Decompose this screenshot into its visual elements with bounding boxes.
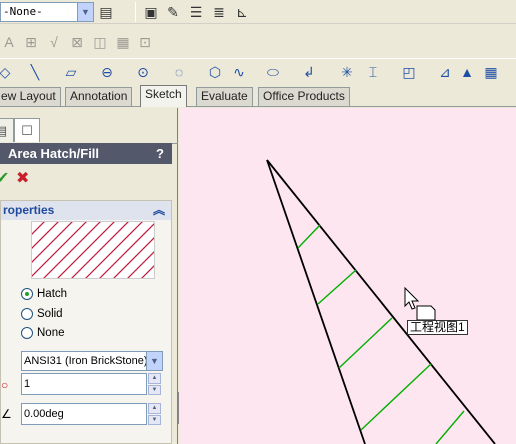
- sketch-toolbar: ◇ ╲ ▱ ⊖ ⊙ ◌ ⬡ ∿ ⬭ ↲ ✳ ⌶ ◰ ⊿ ▲ ▦: [0, 58, 516, 85]
- scale-spinner[interactable]: ▲ ▼: [148, 373, 161, 395]
- none-radio[interactable]: None: [21, 325, 65, 341]
- solid-radio-label: Solid: [37, 308, 63, 320]
- line-thickness-icon[interactable]: ≣: [210, 3, 228, 21]
- angle-icon: ∠: [1, 407, 12, 421]
- block-icon[interactable]: ⊡: [136, 33, 154, 51]
- radio-button[interactable]: [21, 327, 33, 339]
- command-manager-tabs: ew Layout Annotation Sketch Evaluate Off…: [0, 85, 516, 107]
- color-icon[interactable]: ✎: [164, 3, 182, 21]
- spin-up-icon[interactable]: ▲: [148, 403, 161, 414]
- chevron-down-icon[interactable]: ▼: [77, 3, 93, 21]
- angle-input[interactable]: 0.00deg: [21, 403, 147, 425]
- hide-show-edges-icon[interactable]: ⊾: [233, 3, 251, 21]
- scale-input[interactable]: 1: [21, 373, 147, 395]
- line-icon[interactable]: ╲: [26, 63, 44, 81]
- property-manager: ▤ ☐ Area Hatch/Fill ? ✔ ✖ roperties ︽ Ha…: [0, 108, 178, 444]
- radio-button-checked[interactable]: [21, 288, 33, 300]
- hatch-pattern-select[interactable]: ANSI31 (Iron BrickStone) ▼: [21, 351, 163, 371]
- hatch-preview-pattern: [32, 222, 154, 278]
- solid-radio[interactable]: Solid: [21, 306, 63, 322]
- mirror-icon[interactable]: ⊿: [436, 63, 454, 81]
- tab-annotation[interactable]: Annotation: [65, 87, 133, 106]
- toolbar-separator: [135, 2, 136, 22]
- hatched-triangle: [266, 159, 496, 444]
- help-button[interactable]: ?: [156, 143, 164, 164]
- annotation-toolbar: A ⊞ √ ⊠ ◫ ▦ ⊡: [0, 28, 516, 55]
- circle-icon[interactable]: ⊙: [134, 63, 152, 81]
- drawing-view-icon: [416, 305, 436, 321]
- collapse-chevron-icon[interactable]: ︽: [153, 201, 165, 220]
- chevron-down-icon[interactable]: ▼: [146, 352, 162, 370]
- layer-select-value: -None-: [3, 5, 43, 18]
- point-icon[interactable]: ✳: [338, 63, 356, 81]
- balloon-icon[interactable]: ⊞: [22, 33, 40, 51]
- datum-icon[interactable]: ▦: [114, 33, 132, 51]
- layer-select[interactable]: -None- ▼: [0, 2, 94, 22]
- scale-icon: ○: [1, 378, 9, 392]
- feature-tree-tab[interactable]: ▤: [0, 118, 14, 142]
- smart-dimension-icon[interactable]: ◇: [0, 63, 14, 81]
- spin-up-icon[interactable]: ▲: [148, 373, 161, 384]
- spin-down-icon[interactable]: ▼: [148, 384, 161, 395]
- hatch-pattern-value: ANSI31 (Iron BrickStone): [24, 355, 148, 367]
- weld-symbol-icon[interactable]: ⊠: [68, 33, 86, 51]
- properties-group: roperties ︽ Hatch Solid None ANSI31 (Iro…: [0, 200, 172, 444]
- cancel-button[interactable]: ✖: [16, 168, 29, 188]
- ok-button[interactable]: ✔: [0, 168, 9, 188]
- drawing-canvas[interactable]: 工程视图1: [179, 108, 516, 444]
- polygon-icon[interactable]: ⬡: [206, 63, 224, 81]
- hatch-preview: [31, 221, 155, 279]
- cursor-tooltip: 工程视图1: [407, 320, 468, 335]
- trim-icon[interactable]: ⌶: [364, 63, 382, 81]
- property-manager-tab[interactable]: ☐: [14, 118, 40, 142]
- feature-tree-icon: ▤: [0, 122, 8, 138]
- offset-icon[interactable]: ◰: [400, 63, 418, 81]
- angle-spinner[interactable]: ▲ ▼: [148, 403, 161, 425]
- layer-properties-icon[interactable]: ▣: [142, 3, 160, 21]
- rectangle-icon[interactable]: ▱: [62, 63, 80, 81]
- tab-view-layout[interactable]: ew Layout: [0, 87, 61, 106]
- properties-title: roperties: [3, 203, 55, 217]
- cursor-arrow-icon: [404, 286, 420, 310]
- fillet-icon[interactable]: ↲: [300, 63, 318, 81]
- triangle-edge-right[interactable]: [266, 159, 496, 444]
- panel-tabs: ▤ ☐: [0, 114, 178, 144]
- panel-title-bar: Area Hatch/Fill ?: [0, 143, 172, 164]
- hatch-radio-label: Hatch: [37, 288, 68, 300]
- property-manager-icon: ☐: [21, 122, 33, 138]
- properties-header[interactable]: roperties ︽: [1, 201, 171, 220]
- hatch-radio[interactable]: Hatch: [21, 286, 67, 302]
- gtol-icon[interactable]: ◫: [91, 33, 109, 51]
- grid-icon[interactable]: ▦: [482, 63, 500, 81]
- dim-icon[interactable]: ▲: [458, 63, 476, 81]
- surface-finish-icon[interactable]: √: [45, 33, 63, 51]
- tab-sketch[interactable]: Sketch: [140, 85, 187, 107]
- ellipse-icon[interactable]: ⬭: [264, 63, 282, 81]
- note-icon[interactable]: A: [0, 33, 18, 51]
- radio-button[interactable]: [21, 308, 33, 320]
- layer-manager-icon[interactable]: ▤: [97, 3, 115, 21]
- slot-icon[interactable]: ⊖: [98, 63, 116, 81]
- tab-evaluate[interactable]: Evaluate: [196, 87, 253, 106]
- panel-title: Area Hatch/Fill: [8, 146, 100, 161]
- tab-office-products[interactable]: Office Products: [258, 87, 350, 106]
- line-style-icon[interactable]: ☰: [187, 3, 205, 21]
- arc-icon[interactable]: ◌: [170, 63, 188, 81]
- spin-down-icon[interactable]: ▼: [148, 414, 161, 425]
- layer-toolbar: -None- ▼ ▤ ▣ ✎ ☰ ≣ ⊾: [0, 0, 516, 24]
- none-radio-label: None: [37, 327, 65, 339]
- spline-icon[interactable]: ∿: [230, 63, 248, 81]
- triangle-edge-left[interactable]: [266, 159, 366, 444]
